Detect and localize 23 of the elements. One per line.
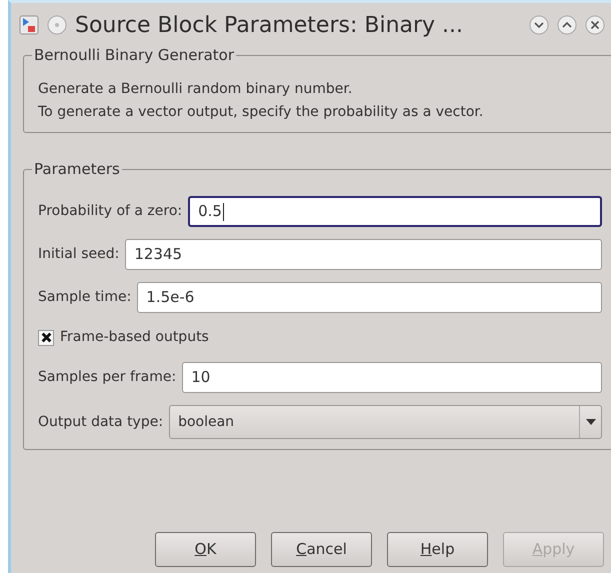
dialog-button[interactable]: OK [155, 532, 256, 567]
field-label: Sample time: [38, 288, 132, 307]
input-field[interactable]: 0.5 [188, 196, 602, 227]
minimize-icon[interactable] [529, 15, 549, 35]
description-text: Generate a Bernoulli random binary number. [38, 80, 354, 99]
field-label: Probability of a zero: [38, 202, 182, 221]
field-label: Output data type: [38, 412, 164, 432]
dialog-button[interactable]: Help [387, 532, 488, 567]
window-title: Source Block Parameters: Binary ... [75, 12, 464, 40]
dialog-button[interactable]: Cancel [271, 532, 372, 567]
input-field[interactable]: 12345 [125, 239, 602, 270]
caret-icon [586, 419, 596, 425]
maximize-icon[interactable] [557, 15, 577, 35]
input-field[interactable]: 1.5e-6 [137, 282, 602, 313]
description-text: To generate a vector output, specify the probability as a vector. [38, 103, 484, 122]
dropdown[interactable]: boolean [169, 405, 602, 439]
checkbox[interactable] [38, 330, 54, 346]
close-icon[interactable] [585, 15, 605, 35]
input-field[interactable]: 10 [182, 362, 602, 393]
field-label: Initial seed: [38, 245, 120, 264]
checkbox-label[interactable]: Frame-based outputs [60, 327, 209, 348]
field-label: Samples per frame: [38, 368, 176, 387]
app-icon [19, 15, 39, 35]
